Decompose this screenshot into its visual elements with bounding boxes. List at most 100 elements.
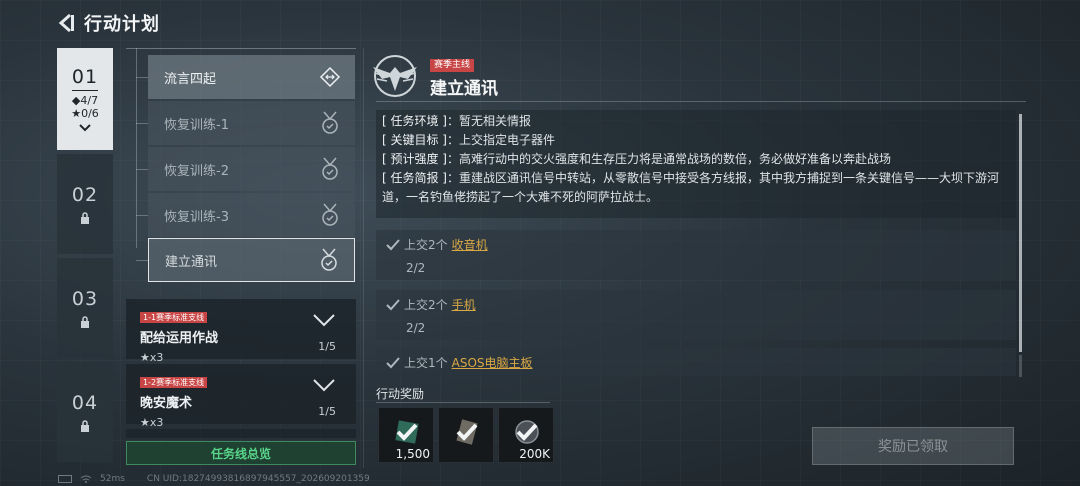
tree-branch-line [136,123,148,124]
objective-item: 上交1个 ASOS电脑主板 [376,348,1016,376]
sub-mission-item-selected[interactable]: 建立通讯 [148,238,355,282]
objective-prefix: 上交1个 [404,356,448,370]
badge-icon [319,66,341,88]
objective-prefix: 上交2个 [404,298,448,312]
tree-branch-line [136,215,148,216]
chevron-down-icon [313,314,335,327]
mission-overview-button[interactable]: 任务线总览 [126,441,356,465]
mission-info-box: [ 任务环境 ]：暂无相关情报 [ 关键目标 ]：上交指定电子器件 [ 预计强度… [376,110,1016,218]
objective-item-link[interactable]: 收音机 [452,236,488,253]
info-value: ：上交指定电子器件 [447,133,556,147]
branch-title: 配给运用作战 [140,331,219,346]
info-value: ：重建战区通讯信号中转站，从零散信号中接受各方线报，其中我方捕捉到一条关键信号—… [382,171,1000,204]
branch-mission-card[interactable]: 1-2赛季标准支线 晚安魔术 ★x3 1/5 [126,364,356,429]
check-icon [386,238,400,250]
back-arrow-icon[interactable] [56,12,76,34]
medal-check-icon [322,203,338,226]
branch-mission-card[interactable]: 1-1赛季标准支线 配给运用作战 ★x3 1/5 [126,299,356,364]
sub-mission-item[interactable]: 恢复训练-1 [148,101,355,145]
scrollbar[interactable] [1019,114,1022,352]
chapter-tab-02[interactable]: 02 [57,154,113,254]
season-tag: 赛季主线 [430,59,475,72]
tree-branch-line [136,260,148,261]
page-header: 行动计划 [56,10,160,36]
tree-branch-line [136,77,148,78]
chapter-number: 02 [71,184,99,206]
chapter-tab-03[interactable]: 03 [57,258,113,358]
medal-check-icon [321,248,337,271]
chapter-tab-01[interactable]: 01 ◆4/7 ★0/6 [57,48,113,150]
sub-mission-item[interactable]: 流言四起 [148,55,355,99]
info-key: [ 预计强度 ] [382,152,447,166]
info-row: [ 预计强度 ]：高难行动中的交火强度和生存压力将是通常战场的数倍，务必做好准备… [382,150,1010,169]
divider [376,101,1026,102]
info-key: [ 任务简报 ] [382,171,447,185]
chevron-down-icon [79,124,91,132]
reward-quantity: 200K [519,447,550,461]
reward-list: 1,500 200K [378,407,554,463]
objective-item: 上交2个 收音机 2/2 [376,230,1016,280]
reward-item[interactable] [438,407,494,463]
reward-item[interactable]: 200K [498,407,554,463]
sub-mission-item[interactable]: 恢复训练-2 [148,147,355,191]
chapter-tab-04[interactable]: 04 [57,362,113,462]
lock-icon [81,212,89,224]
info-value: ：暂无相关情报 [447,114,532,128]
branch-progress: 1/5 [318,340,336,353]
lock-icon [81,420,89,432]
branch-tag: 1-1赛季标准支线 [140,312,208,323]
battery-icon [58,475,72,483]
chapter-star-count: ★0/6 [71,107,99,120]
branch-progress: 1/5 [318,405,336,418]
sub-mission-item[interactable]: 恢复训练-3 [148,193,355,237]
chapter-number: 01 [71,66,99,91]
chapter-diamond-count: ◆4/7 [71,94,99,107]
objective-prefix: 上交2个 [404,238,448,252]
tablet-item-icon [456,419,478,445]
info-row: [ 任务简报 ]：重建战区通讯信号中转站，从零散信号中接受各方线报，其中我方捕捉… [382,169,1010,207]
wifi-icon [80,475,92,483]
objective-progress: 2/2 [406,321,426,335]
chapter-list: 01 ◆4/7 ★0/6 02 03 04 [57,48,113,466]
user-uid: CN UID:18274993816897945557_202609201359 [146,474,370,484]
objective-item: 上交2个 手机 2/2 [376,290,1016,340]
chevron-down-icon [313,379,335,392]
lock-icon [81,316,89,328]
info-row: [ 任务环境 ]：暂无相关情报 [382,112,1010,131]
divider [126,48,356,49]
tree-connector [136,48,137,248]
medal-check-icon [322,111,338,134]
sub-mission-label: 恢复训练-1 [164,117,229,133]
sub-mission-label: 恢复训练-3 [164,209,229,225]
mission-detail-header: 赛季主线 建立通讯 [370,52,498,99]
sub-mission-label: 建立通讯 [165,254,218,270]
reward-item[interactable]: 1,500 [378,407,434,463]
objective-item-link[interactable]: ASOS电脑主板 [452,354,533,371]
check-icon [386,356,400,368]
scrollbar-track [1019,355,1022,377]
chapter-number: 03 [71,288,99,310]
info-key: [ 关键目标 ] [382,133,447,147]
coin-icon [515,420,539,444]
check-icon [386,298,400,310]
branch-stars: ★x3 [140,351,164,364]
reward-label: 行动奖励 [376,387,425,401]
medal-check-icon [322,157,338,180]
page-title: 行动计划 [84,14,160,35]
info-value: ：高难行动中的交火强度和生存压力将是通常战场的数倍，务必做好准备以奔赴战场 [447,152,892,166]
tree-branch-line [136,169,148,170]
mission-list[interactable]: 流言四起 恢复训练-1 恢复训练-2 恢复训练-3 建立通讯 1-1赛季标准支线… [126,48,356,438]
status-bar: 52ms CN UID:18274993816897945557_2026092… [58,474,370,484]
branch-title: 晚安魔术 [140,396,193,411]
branch-stars: ★x3 [140,416,164,429]
claim-reward-button[interactable]: 奖励已领取 [812,427,1014,465]
mission-title: 建立通讯 [430,79,498,99]
branch-mission-card[interactable] [126,429,356,438]
chapter-number: 04 [71,392,99,414]
divider [363,48,364,468]
info-key: [ 任务环境 ] [382,114,447,128]
reward-quantity: 1,500 [395,447,430,461]
objective-item-link[interactable]: 手机 [452,296,476,313]
divider [376,402,550,403]
sub-mission-label: 恢复训练-2 [164,163,229,179]
